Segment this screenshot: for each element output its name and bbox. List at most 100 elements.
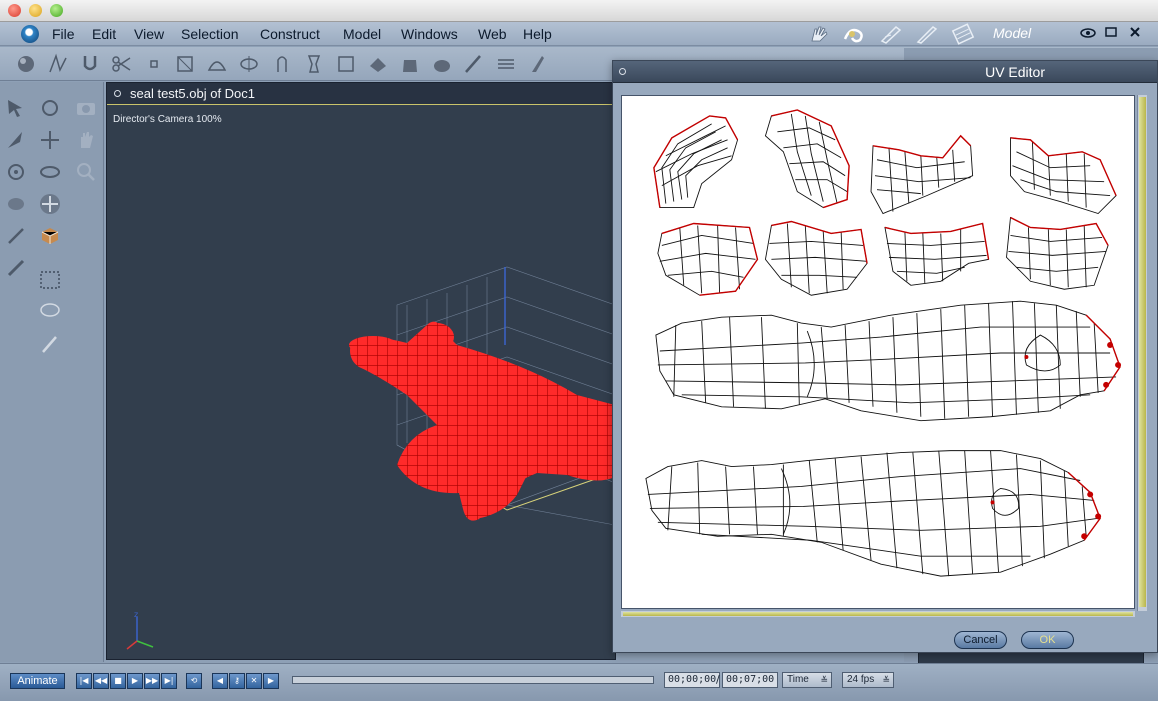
loop-icon[interactable]: ⟲ [186, 673, 202, 689]
brush-icon[interactable] [462, 52, 486, 76]
axis-gizmo-icon: z [126, 611, 154, 650]
move-xyz-icon[interactable] [38, 192, 62, 216]
menu-view[interactable]: View [134, 26, 164, 42]
align-icon[interactable] [494, 52, 518, 76]
zoom-window-button[interactable] [50, 4, 63, 17]
link-icon[interactable] [4, 256, 28, 280]
animation-bar: Animate |◀ ◀◀ ■ ▶ ▶▶ ▶| ⟲ ◀ ⚷ ✕ ▶ 00;00;… [0, 663, 1158, 701]
room-pen-icon[interactable] [876, 23, 906, 45]
document-window: seal test5.obj of Doc1 Director's Camera… [106, 82, 616, 660]
svg-text:z: z [134, 611, 138, 619]
menu-windows[interactable]: Windows [401, 26, 458, 42]
seal-mesh [349, 321, 615, 521]
room-hand-icon[interactable] [804, 23, 834, 45]
uv-island [1010, 137, 1117, 215]
menu-construct[interactable]: Construct [260, 26, 320, 42]
close-icon[interactable] [1128, 25, 1142, 43]
scale-icon[interactable] [38, 160, 62, 184]
arrow-icon[interactable] [4, 96, 28, 120]
animate-button[interactable]: Animate [10, 673, 65, 689]
menu-model[interactable]: Model [343, 26, 381, 42]
dialog-close-icon[interactable] [619, 68, 626, 75]
menu-edit[interactable]: Edit [92, 26, 116, 42]
dome-icon[interactable] [205, 52, 229, 76]
direct-icon[interactable] [4, 128, 28, 152]
hand-icon[interactable] [74, 128, 98, 152]
timeline-slider[interactable] [292, 676, 654, 684]
ok-button[interactable]: OK [1021, 631, 1074, 649]
document-header: seal test5.obj of Doc1 [107, 83, 615, 105]
chevron-down-icon: ≚ [882, 675, 890, 685]
stop-icon[interactable]: ■ [110, 673, 126, 689]
scroll-thumb[interactable] [623, 612, 1133, 616]
uv-canvas[interactable] [621, 95, 1135, 609]
room-brush-icon[interactable] [912, 23, 942, 45]
prev-key-icon[interactable]: ◀ [212, 673, 228, 689]
room-model-icon[interactable] [840, 23, 870, 45]
lathe-icon[interactable] [237, 52, 261, 76]
scroll-thumb[interactable] [1139, 97, 1146, 607]
fps-dropdown[interactable]: 24 fps ≚ [842, 672, 894, 688]
paint-select-icon[interactable] [38, 332, 62, 356]
box-icon[interactable] [334, 52, 358, 76]
tool-palette [0, 82, 104, 662]
go-to-start-icon[interactable]: |◀ [76, 673, 92, 689]
uv-editor-title-bar[interactable]: UV Editor [613, 61, 1157, 83]
extrude-icon[interactable] [270, 52, 294, 76]
camera-icon[interactable] [74, 96, 98, 120]
menu-selection[interactable]: Selection [181, 26, 239, 42]
uv-editor-title: UV Editor [985, 64, 1045, 80]
play-icon[interactable]: ▶ [127, 673, 143, 689]
room-film-icon[interactable] [948, 23, 978, 45]
twist-icon[interactable] [4, 192, 28, 216]
fast-forward-icon[interactable]: ▶▶ [144, 673, 160, 689]
3d-viewport[interactable] [107, 105, 615, 659]
sphere-icon[interactable] [14, 52, 38, 76]
orbit-icon[interactable] [4, 160, 28, 184]
delete-key-icon[interactable]: ✕ [246, 673, 262, 689]
curve-icon[interactable] [46, 52, 70, 76]
time-separator: / [716, 673, 720, 686]
go-to-end-icon[interactable]: ▶| [161, 673, 177, 689]
document-close-icon[interactable] [114, 90, 121, 97]
uv-island [645, 450, 1101, 577]
current-time-field[interactable]: 00;00;00 [664, 672, 721, 688]
app-logo-icon[interactable] [21, 25, 39, 43]
uv-horizontal-scrollbar[interactable] [621, 611, 1135, 617]
rotate-icon[interactable] [38, 96, 62, 120]
rewind-icon[interactable]: ◀◀ [93, 673, 109, 689]
move-icon[interactable] [38, 128, 62, 152]
wand-icon[interactable] [4, 224, 28, 248]
magnet-icon[interactable] [78, 52, 102, 76]
sculpt-icon[interactable] [430, 52, 454, 76]
vase-icon[interactable] [302, 52, 326, 76]
next-key-icon[interactable]: ▶ [263, 673, 279, 689]
menu-file[interactable]: File [52, 26, 75, 42]
maximize-icon[interactable] [1104, 25, 1118, 43]
uv-island [764, 109, 850, 209]
uv-island [653, 115, 739, 209]
uv-vertical-scrollbar[interactable] [1137, 95, 1147, 611]
eraser-icon[interactable] [366, 52, 390, 76]
key-icon[interactable]: ⚷ [229, 673, 245, 689]
point-icon[interactable] [142, 52, 166, 76]
minimize-window-button[interactable] [29, 4, 42, 17]
end-time-field[interactable]: 00;07;00 [722, 672, 779, 688]
time-mode-value: Time [787, 674, 809, 685]
bag-icon[interactable] [398, 52, 422, 76]
box-3d-icon[interactable] [38, 224, 62, 248]
menu-web[interactable]: Web [478, 26, 507, 42]
time-mode-dropdown[interactable]: Time ≚ [782, 672, 832, 688]
uv-island [1006, 216, 1109, 290]
knife-icon[interactable] [526, 52, 550, 76]
rect-select-icon[interactable] [38, 268, 62, 292]
visibility-eye-icon[interactable] [1080, 25, 1096, 45]
scissors-icon[interactable] [110, 52, 134, 76]
bevel-icon[interactable] [173, 52, 197, 76]
zoom-icon[interactable] [74, 160, 98, 184]
window-title-bar [0, 0, 1158, 22]
menu-help[interactable]: Help [523, 26, 552, 42]
close-window-button[interactable] [8, 4, 21, 17]
lasso-icon[interactable] [38, 300, 62, 324]
cancel-button[interactable]: Cancel [954, 631, 1007, 649]
